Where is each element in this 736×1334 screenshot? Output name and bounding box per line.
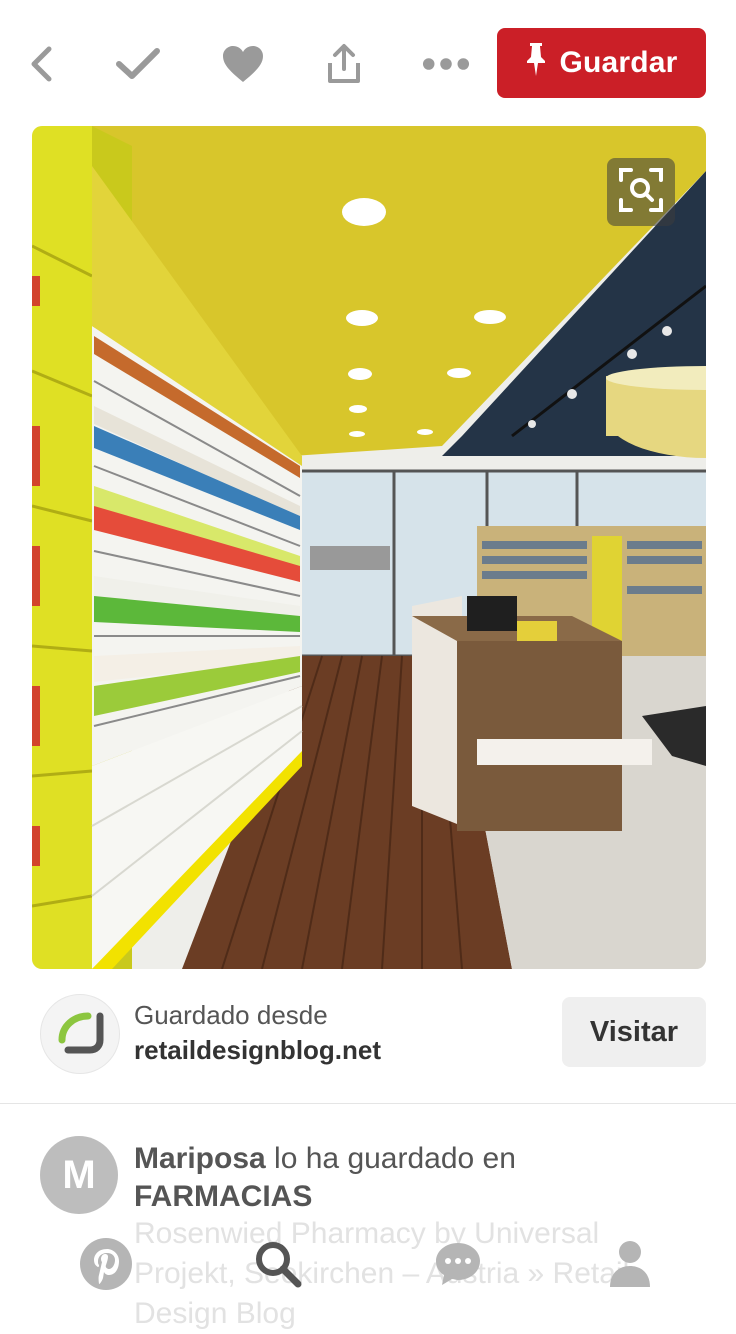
save-button[interactable]: Guardar xyxy=(497,28,706,98)
saver-action: lo ha guardado en xyxy=(265,1142,516,1175)
profile-icon[interactable] xyxy=(600,1234,660,1294)
top-action-bar: Guardar xyxy=(0,0,736,125)
saver-name[interactable]: Mariposa xyxy=(134,1142,266,1175)
avatar[interactable]: M xyxy=(40,1136,118,1214)
pin-icon xyxy=(525,41,547,85)
bottom-nav xyxy=(0,1226,736,1309)
check-icon[interactable] xyxy=(114,40,162,88)
share-icon[interactable] xyxy=(320,40,368,88)
messages-icon[interactable] xyxy=(428,1234,488,1294)
back-icon[interactable] xyxy=(18,40,66,88)
visit-button[interactable]: Visitar xyxy=(562,997,706,1067)
divider xyxy=(0,1103,736,1104)
source-logo[interactable] xyxy=(40,994,120,1074)
pinterest-home-icon[interactable] xyxy=(76,1234,136,1294)
heart-icon[interactable] xyxy=(219,40,267,88)
visual-search-icon xyxy=(619,167,663,217)
source-domain[interactable]: retaildesignblog.net xyxy=(134,1032,381,1068)
visual-search-button[interactable] xyxy=(607,158,675,226)
pin-image[interactable] xyxy=(32,126,706,969)
source-info: Guardado desde retaildesignblog.net xyxy=(134,998,381,1068)
board-name[interactable]: FARMACIAS xyxy=(134,1178,516,1216)
more-icon[interactable] xyxy=(422,40,470,88)
saved-from-label: Guardado desde xyxy=(134,1000,328,1030)
saver-info: Mariposa lo ha guardado en FARMACIAS xyxy=(134,1140,516,1216)
search-icon[interactable] xyxy=(248,1234,308,1294)
save-label: Guardar xyxy=(559,46,678,79)
